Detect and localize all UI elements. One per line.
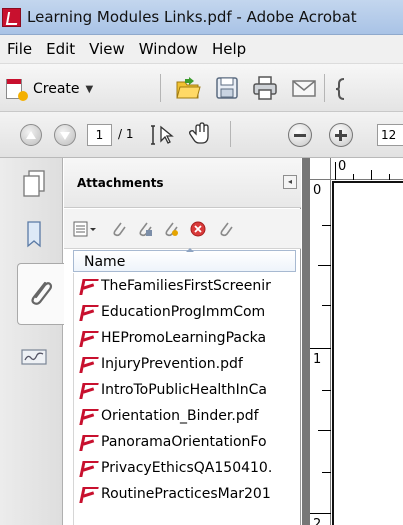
page-total: / 1 — [118, 127, 134, 141]
menu-help[interactable]: Help — [205, 40, 253, 58]
previous-page-icon[interactable] — [20, 124, 42, 146]
more-tools-icon[interactable] — [334, 75, 360, 101]
menu-window[interactable]: Window — [132, 40, 205, 58]
list-item[interactable]: HEPromoLearningPacka — [74, 326, 296, 350]
pdf-file-icon — [80, 486, 96, 502]
attachment-name: InjuryPrevention.pdf — [101, 356, 243, 372]
acrobat-app-icon — [2, 7, 21, 27]
menu-view[interactable]: View — [82, 40, 132, 58]
select-tool-icon[interactable] — [150, 123, 176, 147]
splitter[interactable] — [302, 158, 310, 525]
menu-edit[interactable]: Edit — [39, 40, 82, 58]
ruler-label: 0 — [313, 183, 322, 198]
pdf-file-icon — [80, 304, 96, 320]
window-title: Learning Modules Links.pdf - Adobe Acrob… — [27, 8, 357, 26]
pdf-file-icon — [80, 460, 96, 476]
save-attachment-icon[interactable] — [137, 221, 153, 237]
attachments-tab[interactable] — [17, 263, 65, 325]
create-label: Create — [33, 81, 80, 97]
attachment-name: TheFamiliesFirstScreenir — [101, 278, 271, 294]
attachments-panel-header: Attachments ◂ — [64, 158, 301, 208]
attachments-list: TheFamiliesFirstScreenir EducationProgIm… — [73, 273, 296, 525]
pdf-file-icon — [80, 330, 96, 346]
attachment-name: EducationProgImmCom — [101, 304, 266, 320]
delete-attachment-icon[interactable] — [190, 221, 206, 237]
attachments-panel: Attachments ◂ Name TheFamiliesFirstScree… — [64, 158, 301, 525]
save-icon[interactable] — [214, 75, 240, 101]
toolbar-divider — [230, 121, 231, 147]
pdf-file-icon — [80, 382, 96, 398]
options-menu-icon[interactable] — [73, 221, 97, 237]
horizontal-ruler: 0 — [331, 158, 403, 180]
chevron-down-icon: ▼ — [85, 83, 94, 95]
pdf-page[interactable] — [332, 181, 403, 525]
menu-file[interactable]: File — [0, 40, 39, 58]
name-column-label: Name — [84, 254, 126, 270]
pdf-file-icon — [80, 434, 96, 450]
main-toolbar: Create ▼ — [0, 64, 403, 112]
zoom-in-icon[interactable] — [329, 123, 353, 147]
attachment-name: PanoramaOrientationFo — [101, 434, 267, 450]
page-thumbnails-icon[interactable] — [19, 168, 49, 202]
zoom-input[interactable]: 12 — [377, 124, 403, 146]
vertical-ruler: 0 1 2 — [310, 180, 331, 525]
attachment-name: HEPromoLearningPacka — [101, 330, 267, 346]
list-item[interactable]: Orientation_Binder.pdf — [74, 404, 296, 428]
toolbar-divider — [324, 74, 325, 102]
navigation-pane-rail — [0, 158, 65, 525]
list-item[interactable]: EducationProgImmCom — [74, 300, 296, 324]
open-folder-icon[interactable] — [175, 75, 201, 101]
ruler-corner — [310, 158, 331, 180]
search-attachments-icon[interactable] — [218, 221, 234, 237]
name-column-header[interactable]: Name — [73, 248, 296, 272]
zoom-out-icon[interactable] — [288, 123, 312, 147]
attachment-name: IntroToPublicHealthInCa — [101, 382, 268, 398]
next-page-icon[interactable] — [54, 124, 76, 146]
ruler-label: 2 — [313, 517, 322, 525]
document-view[interactable]: 0 0 1 2 — [302, 158, 403, 525]
collapse-panel-icon[interactable]: ◂ — [283, 175, 297, 189]
menu-bar: File Edit View Window Help — [0, 35, 403, 64]
attachment-name: Orientation_Binder.pdf — [101, 408, 259, 424]
paperclip-icon — [31, 281, 53, 305]
list-item[interactable]: InjuryPrevention.pdf — [74, 352, 296, 376]
signatures-icon[interactable] — [19, 338, 49, 372]
create-icon — [6, 77, 28, 101]
attachment-name: RoutinePracticesMar201 — [101, 486, 271, 502]
attachments-panel-title: Attachments — [77, 176, 164, 190]
hand-tool-icon[interactable] — [188, 121, 214, 147]
open-attachment-icon[interactable] — [111, 221, 127, 237]
attachments-toolbar — [64, 209, 301, 249]
create-button[interactable]: Create ▼ — [6, 76, 93, 102]
ruler-label: 0 — [338, 159, 347, 174]
bookmarks-icon[interactable] — [19, 218, 49, 252]
title-bar: Learning Modules Links.pdf - Adobe Acrob… — [0, 0, 403, 35]
list-item[interactable]: IntroToPublicHealthInCa — [74, 378, 296, 402]
add-attachment-icon[interactable] — [163, 221, 179, 237]
list-item[interactable]: RoutinePracticesMar201 — [74, 482, 296, 506]
list-item[interactable]: PanoramaOrientationFo — [74, 430, 296, 454]
pdf-file-icon — [80, 408, 96, 424]
list-item[interactable]: TheFamiliesFirstScreenir — [74, 274, 296, 298]
pdf-file-icon — [80, 356, 96, 372]
pdf-file-icon — [80, 278, 96, 294]
print-icon[interactable] — [252, 75, 278, 101]
sort-ascending-icon — [186, 248, 194, 252]
list-item[interactable]: PrivacyEthicsQA150410. — [74, 456, 296, 480]
page-number-input[interactable]: 1 — [87, 124, 112, 146]
toolbar-divider — [160, 74, 161, 102]
email-icon[interactable] — [291, 76, 317, 102]
ruler-label: 1 — [313, 352, 322, 367]
attachment-name: PrivacyEthicsQA150410. — [101, 460, 273, 476]
